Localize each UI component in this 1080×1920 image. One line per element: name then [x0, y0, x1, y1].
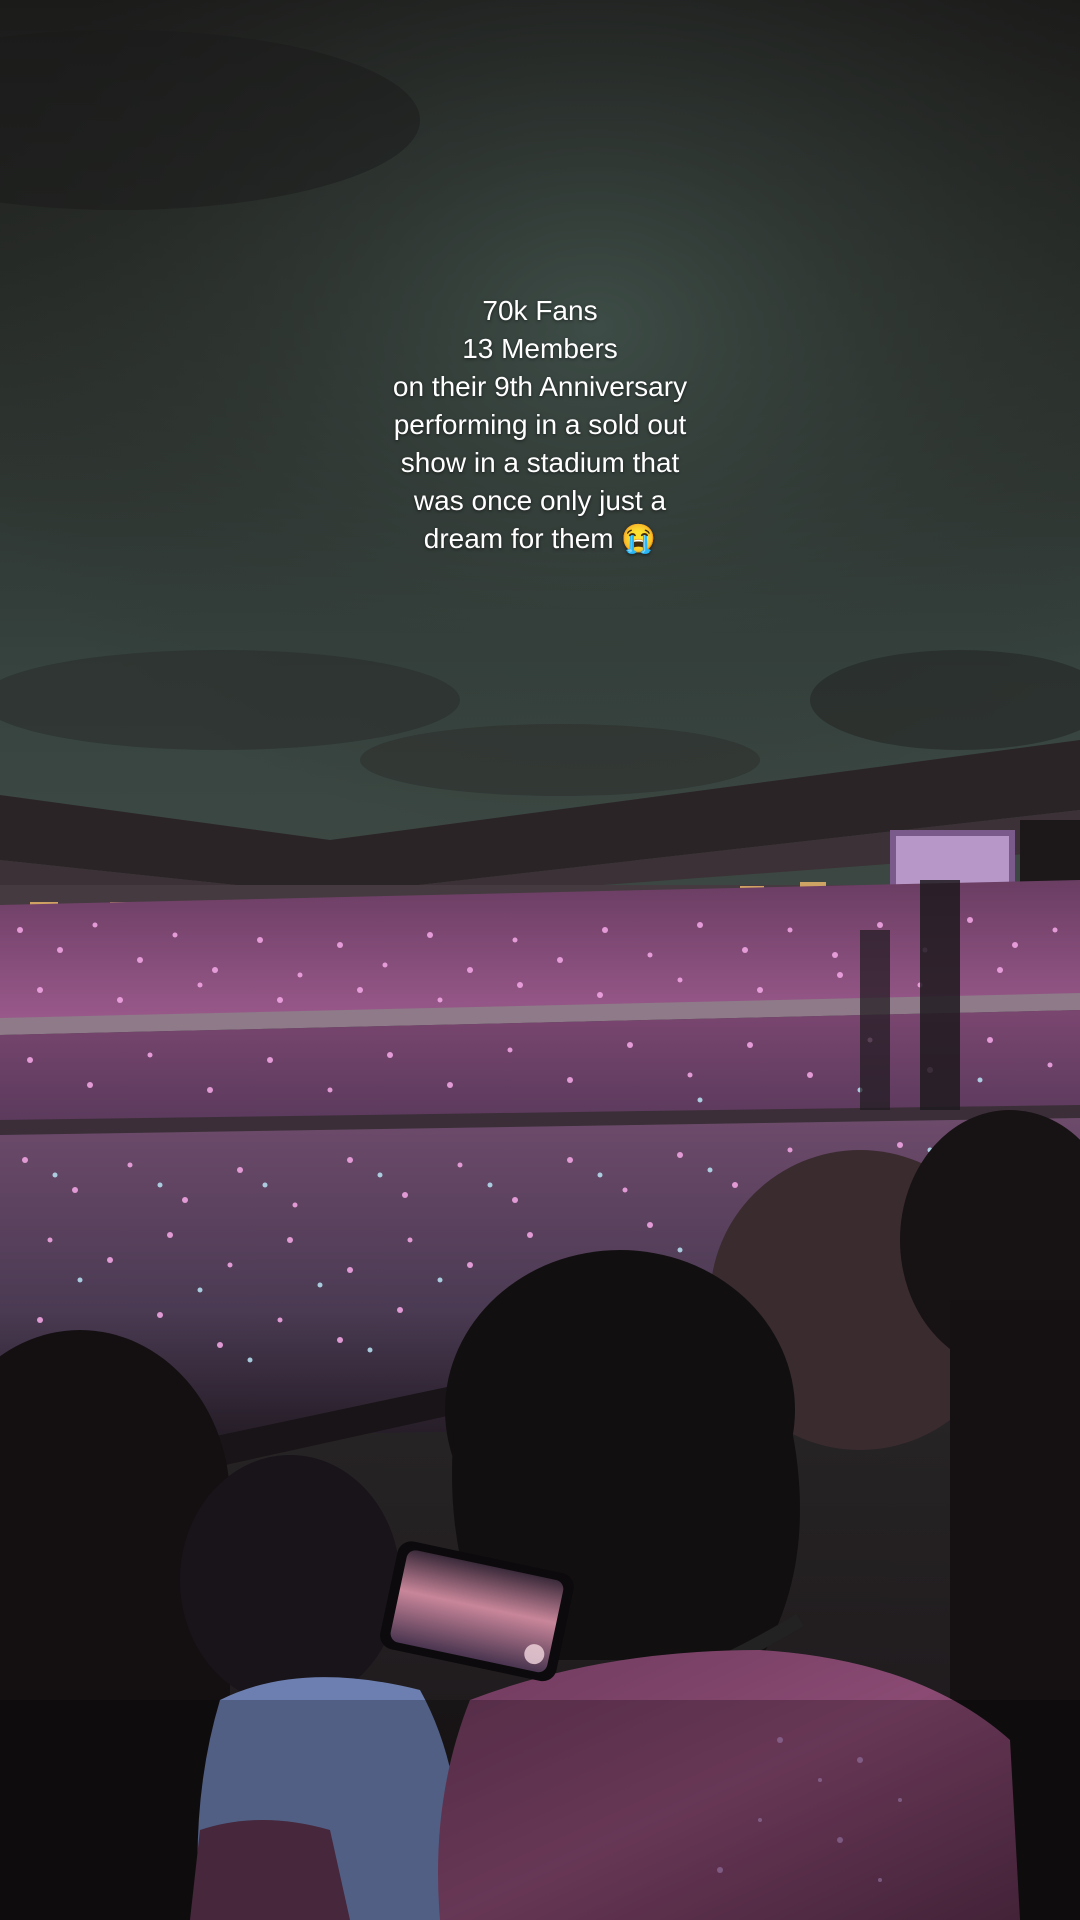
- caption-line: dream for them 😭: [423, 523, 657, 554]
- caption-line: on their 9th Anniversary: [392, 371, 688, 402]
- caption-line: 70k Fans: [482, 295, 598, 326]
- stadium-scene-illustration: [0, 0, 1080, 1920]
- caption-overlay: 70k Fans 13 Members on their 9th Anniver…: [240, 292, 840, 558]
- caption-line: 13 Members: [462, 333, 618, 364]
- caption-line: was once only just a: [413, 485, 667, 516]
- caption-line: show in a stadium that: [400, 447, 680, 478]
- concert-photo: 70k Fans 13 Members on their 9th Anniver…: [0, 0, 1080, 1920]
- caption-line: performing in a sold out: [393, 409, 687, 440]
